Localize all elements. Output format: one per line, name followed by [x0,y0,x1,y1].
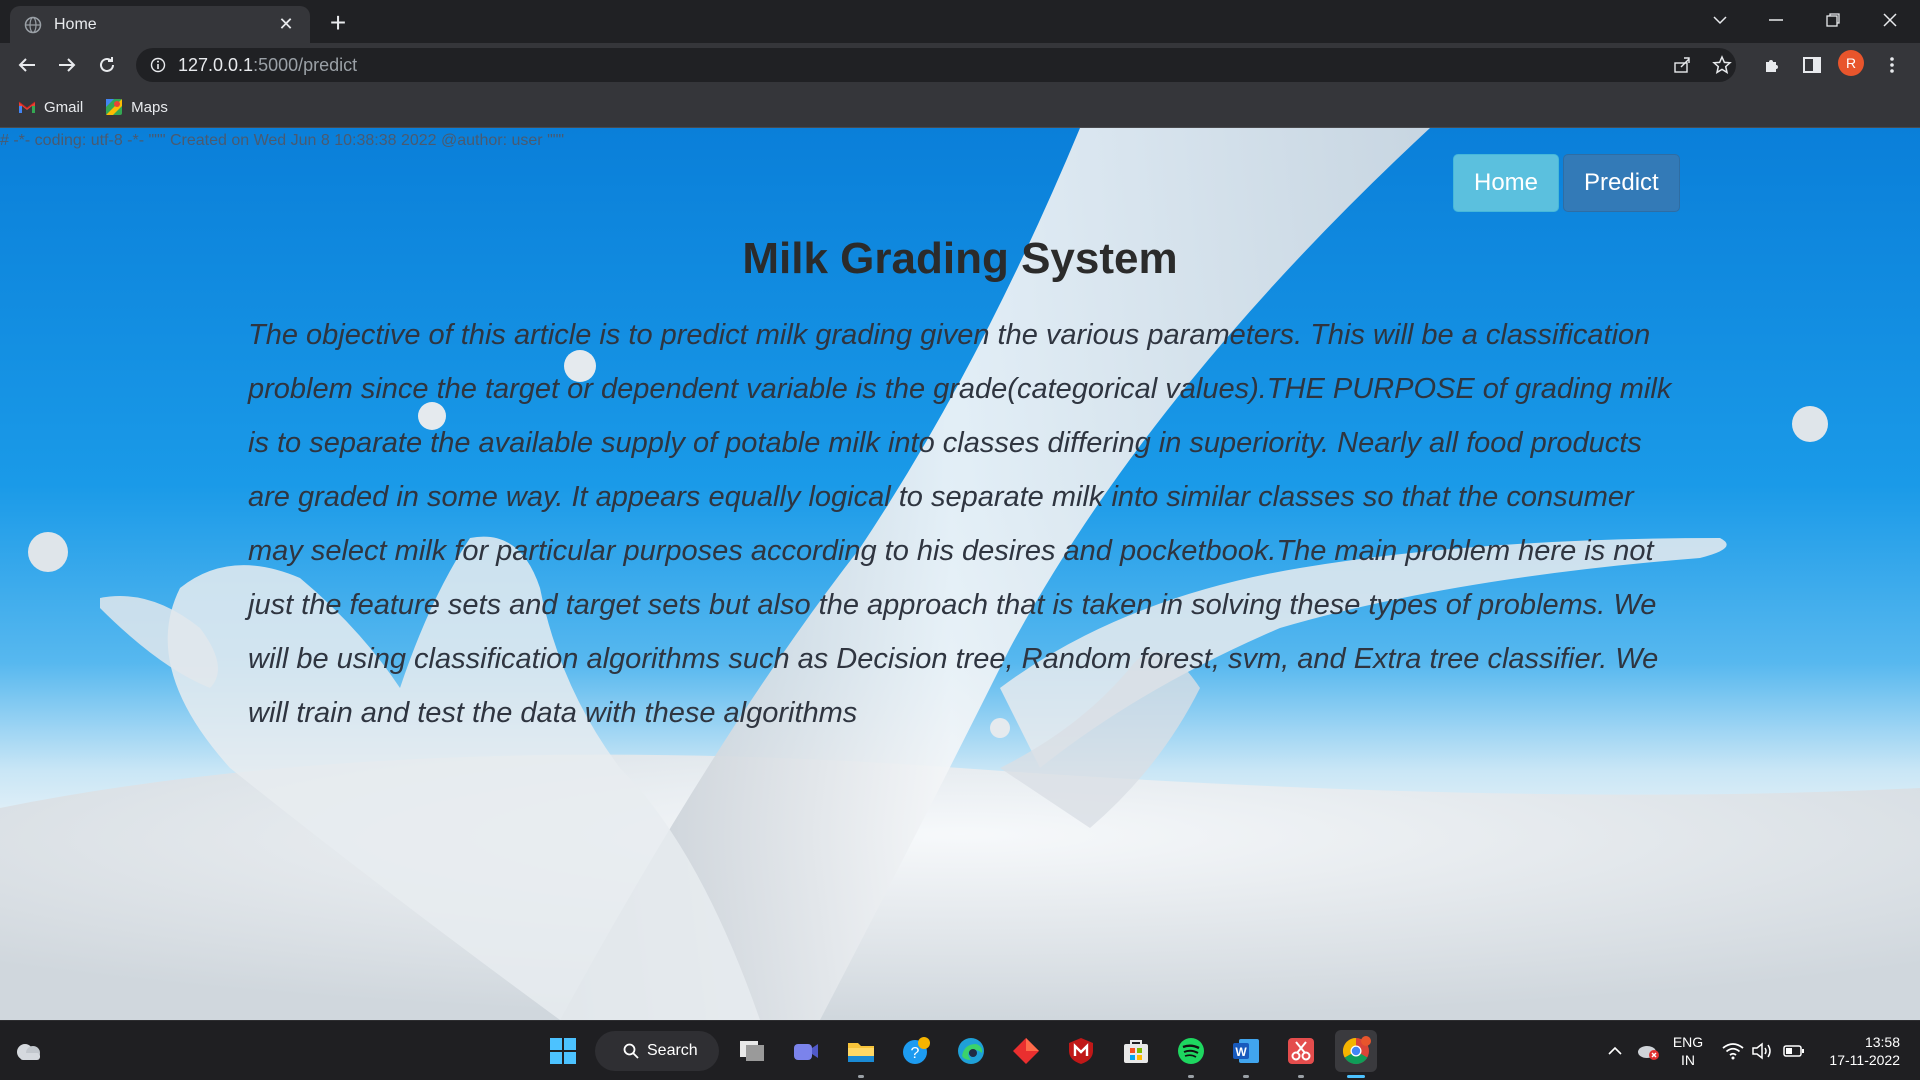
browser-tab-strip: Home ✕ + [0,0,1920,43]
bookmark-gmail[interactable]: Gmail [18,99,83,116]
article-paragraph: The objective of this article is to pred… [248,319,1672,729]
profile-avatar[interactable]: R [1838,50,1864,76]
store-icon[interactable] [1115,1030,1157,1072]
running-indicator [858,1075,864,1078]
region-label: IN [1681,1052,1695,1068]
side-panel-icon[interactable] [1796,49,1828,81]
running-indicator [1188,1075,1194,1078]
browser-toolbar: 127.0.0.1:5000/predict [0,43,1920,87]
mcafee-icon[interactable] [1060,1030,1102,1072]
page-title: Milk Grading System [742,234,1178,283]
file-explorer-icon[interactable] [840,1030,882,1078]
menu-kebab-icon[interactable] [1876,49,1908,81]
chrome-icon[interactable] [1335,1030,1377,1078]
running-indicator [1243,1075,1249,1078]
predict-nav-button[interactable]: Predict [1563,154,1680,212]
new-tab-button[interactable]: + [322,8,354,40]
teams-icon[interactable] [785,1030,827,1072]
word-icon[interactable]: W [1225,1030,1267,1078]
language-label: ENG [1672,1034,1704,1050]
clock-date: 17-11-2022 [1829,1052,1900,1068]
gmail-icon [18,101,36,113]
running-indicator [1298,1075,1304,1078]
code-comment-text: # -*- coding: utf-8 -*- """ Created on W… [0,132,565,149]
volume-icon[interactable] [1744,1030,1780,1072]
edge-icon[interactable] [950,1030,992,1072]
share-icon[interactable] [1666,49,1698,81]
bookmark-maps[interactable]: Maps [105,98,168,116]
restore-button[interactable] [1805,0,1861,40]
battery-icon[interactable] [1776,1030,1812,1072]
close-tab-icon[interactable]: ✕ [276,14,296,35]
help-icon[interactable]: ? [895,1030,937,1072]
reload-button[interactable] [91,49,123,81]
back-button[interactable] [11,49,43,81]
url-host: 127.0.0.1 [178,54,254,75]
svg-text:?: ? [911,1045,920,1062]
clock-time: 13:58 [1864,1034,1900,1050]
svg-text:W: W [1235,1045,1247,1059]
tab-title: Home [54,15,97,33]
start-icon[interactable] [542,1030,584,1072]
maps-icon [106,99,123,115]
globe-icon [24,16,42,33]
page-nav: Home Predict [1453,154,1680,212]
snipping-tool-icon[interactable] [1280,1030,1322,1078]
search-icon [623,1043,639,1059]
app-diamond-icon[interactable] [1005,1030,1047,1072]
close-window-button[interactable] [1862,0,1918,40]
taskbar-search[interactable]: Search [595,1031,719,1071]
minimize-button[interactable] [1748,0,1804,40]
browser-tab[interactable]: Home ✕ [10,6,310,43]
language-indicator[interactable]: ENG IN [1666,1033,1710,1069]
active-indicator [1347,1075,1365,1078]
site-info-icon[interactable] [150,57,166,73]
bookmark-label: Maps [131,98,168,116]
bookmarks-bar: Gmail Maps [0,87,1920,128]
onedrive-status-icon[interactable] [1627,1030,1669,1072]
clock[interactable]: 13:58 17-11-2022 [1816,1033,1912,1069]
bookmark-label: Gmail [44,98,84,116]
web-page: # -*- coding: utf-8 -*- """ Created on W… [0,128,1920,1020]
bookmark-star-icon[interactable] [1706,49,1738,81]
weather-icon[interactable] [8,1030,50,1072]
home-nav-button[interactable]: Home [1453,154,1560,212]
tab-search-icon[interactable] [1692,0,1748,40]
address-bar[interactable]: 127.0.0.1:5000/predict [136,48,1736,82]
windows-taskbar: Search ? W ENG IN 13:58 17-11-2022 [0,1020,1920,1080]
search-label: Search [647,1042,698,1059]
task-view-icon[interactable] [731,1030,773,1072]
forward-button[interactable] [51,49,83,81]
url-path: :5000/predict [253,54,358,75]
extensions-icon[interactable] [1756,49,1788,81]
spotify-icon[interactable] [1170,1030,1212,1078]
